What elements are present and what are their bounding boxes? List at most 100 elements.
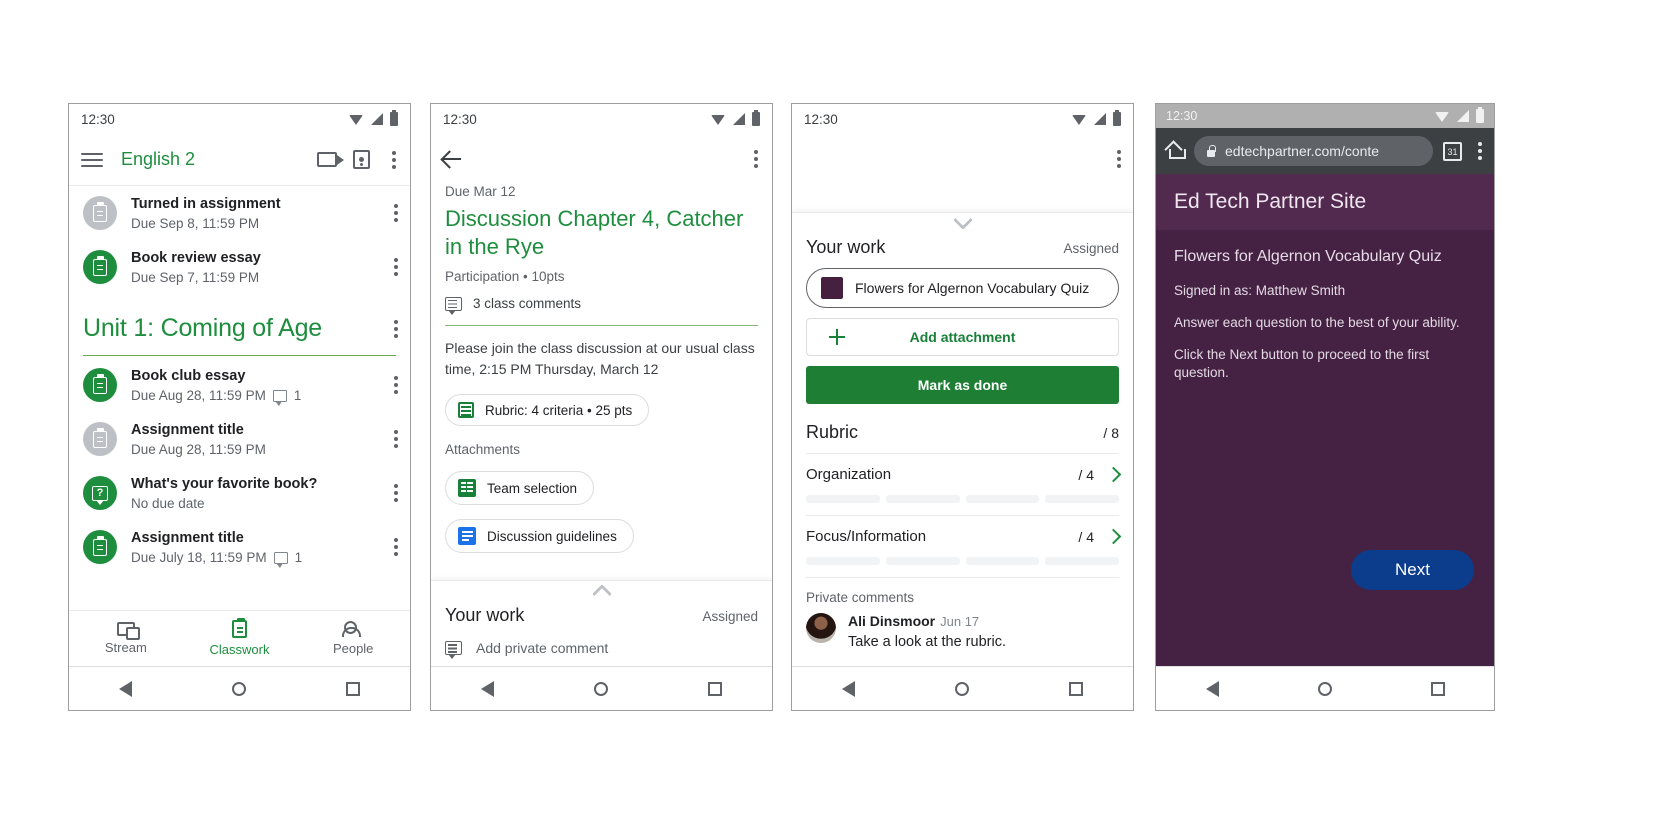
level-bar [885, 557, 960, 565]
kebab-menu-icon[interactable] [1472, 138, 1484, 164]
your-work-title: Your work [445, 605, 525, 625]
phone-your-work-rubric: 12:30 Your work Assigned Flowers for Alg… [791, 103, 1134, 711]
comment-date: Jun 17 [940, 614, 980, 629]
chevron-right-icon[interactable] [1105, 528, 1122, 545]
hamburger-icon[interactable] [81, 152, 103, 167]
attachments-label: Attachments [445, 442, 521, 457]
kebab-menu-icon[interactable] [386, 147, 398, 173]
nav-home-icon[interactable] [1317, 681, 1332, 696]
list-item[interactable]: ? What's your favorite book? No due date [69, 466, 410, 520]
class-comments-link[interactable]: 3 class comments [445, 296, 758, 315]
status-icons [1435, 107, 1484, 123]
google-sheets-icon [458, 479, 476, 497]
nav-home-icon[interactable] [232, 681, 246, 696]
status-bar: 12:30 [431, 104, 772, 134]
kebab-menu-icon[interactable] [748, 146, 760, 172]
tab-count-icon[interactable]: 31 [1443, 141, 1462, 161]
your-work-header: Your work Assigned [445, 605, 758, 626]
video-call-icon[interactable] [317, 152, 344, 167]
list-item-title: Book review essay [131, 250, 261, 266]
nav-recents-icon[interactable] [708, 681, 722, 696]
level-bar [885, 495, 960, 503]
nav-back-icon[interactable] [842, 680, 855, 697]
sheet-expand-handle[interactable] [445, 581, 758, 604]
list-item[interactable]: Assignment title Due Aug 28, 11:59 PM [69, 412, 410, 466]
nav-home-icon[interactable] [594, 681, 608, 696]
rubric-criterion-focus-information[interactable]: Focus/Information / 4 [806, 516, 1122, 565]
rubric-chip[interactable]: Rubric: 4 criteria • 25 pts [445, 394, 650, 426]
list-item-subtitle: Due Aug 28, 11:59 PM [131, 442, 374, 457]
stream-icon [116, 622, 140, 640]
status-bar: 12:30 [1156, 104, 1494, 128]
rubric-criterion-organization[interactable]: Organization / 4 [806, 454, 1122, 503]
list-item-title: Turned in assignment [131, 196, 281, 212]
assignment-body: Due Mar 12 Discussion Chapter 4, Catcher… [431, 184, 772, 580]
app-bar: English 2 [69, 134, 410, 186]
sheet-collapse-handle[interactable] [806, 213, 1119, 233]
nav-back-icon[interactable] [1205, 680, 1219, 697]
status-icons [1072, 110, 1121, 126]
due-date: Due Aug 28, 11:59 PM [131, 388, 266, 403]
kebab-menu-icon[interactable] [388, 480, 400, 506]
comment-icon [273, 551, 288, 568]
assignment-meta: Participation • 10pts [445, 269, 565, 284]
private-comment-placeholder: Add private comment [476, 640, 609, 656]
kebab-menu-icon[interactable] [388, 316, 400, 342]
topic-title: Unit 1: Coming of Age [83, 314, 322, 342]
due-date: Due Sep 7, 11:59 PM [131, 270, 260, 285]
attached-work-chip[interactable]: Flowers for Algernon Vocabulary Quiz [806, 268, 1119, 308]
add-private-comment-field[interactable]: Add private comment [445, 640, 758, 659]
signal-icon [1094, 113, 1106, 125]
comment-icon [445, 641, 462, 659]
nav-back-icon[interactable] [481, 680, 494, 697]
app-bar [431, 134, 772, 184]
nav-home-icon[interactable] [955, 681, 969, 696]
kebab-menu-icon[interactable] [388, 372, 400, 398]
chevron-right-icon[interactable] [1105, 466, 1122, 483]
assignment-icon [83, 250, 117, 284]
next-button[interactable]: Next [1351, 550, 1474, 590]
kebab-menu-icon[interactable] [388, 534, 400, 560]
nav-back-icon[interactable] [119, 680, 132, 697]
list-item[interactable]: Turned in assignment Due Sep 8, 11:59 PM [69, 186, 410, 240]
attachment-chip-team-selection[interactable]: Team selection [445, 471, 595, 505]
nav-recents-icon[interactable] [1069, 681, 1083, 696]
nav-recents-icon[interactable] [346, 681, 360, 696]
status-bar: 12:30 [69, 104, 410, 134]
due-date: Due July 18, 11:59 PM [131, 550, 267, 565]
list-item[interactable]: Book review essay Due Sep 7, 11:59 PM [69, 240, 410, 294]
classwork-scroll[interactable]: Turned in assignment Due Sep 8, 11:59 PM… [69, 186, 410, 610]
status-bar: 12:30 [792, 104, 1133, 134]
status-badge: Assigned [1063, 241, 1119, 256]
tab-stream[interactable]: Stream [69, 622, 183, 655]
home-icon[interactable] [1166, 143, 1186, 159]
kebab-menu-icon[interactable] [388, 254, 400, 280]
assignment-icon [83, 196, 117, 230]
comment-text: Take a look at the rubric. [848, 634, 1006, 650]
list-item[interactable]: Book club essay Due Aug 28, 11:59 PM 1 [69, 358, 410, 412]
signal-icon [371, 113, 383, 125]
kebab-menu-icon[interactable] [388, 426, 400, 452]
add-attachment-button[interactable]: Add attachment [806, 318, 1119, 356]
kebab-menu-icon[interactable] [1111, 146, 1123, 172]
list-item-title: Book club essay [131, 368, 246, 384]
list-item[interactable]: Assignment title Due July 18, 11:59 PM 1 [69, 520, 410, 574]
android-nav-bar [1156, 666, 1494, 710]
bottom-tab-bar: Stream Classwork People [69, 610, 410, 666]
attachment-chip-discussion-guidelines[interactable]: Discussion guidelines [445, 519, 634, 553]
class-card-icon[interactable] [353, 150, 370, 169]
battery-icon [752, 110, 760, 126]
nav-recents-icon[interactable] [1430, 681, 1445, 696]
back-arrow-icon[interactable] [443, 149, 463, 169]
status-time: 12:30 [1166, 109, 1198, 123]
tab-classwork[interactable]: Classwork [183, 618, 297, 657]
kebab-menu-icon[interactable] [388, 200, 400, 226]
list-item-text: Turned in assignment Due Sep 8, 11:59 PM [131, 195, 374, 231]
signed-in-text: Signed in as: Matthew Smith [1174, 283, 1346, 298]
criterion-level-bars [806, 557, 1119, 565]
mark-as-done-button[interactable]: Mark as done [806, 366, 1119, 404]
list-item-subtitle: Due Aug 28, 11:59 PM 1 [131, 388, 374, 406]
address-bar[interactable]: edtechpartner.com/conte [1194, 136, 1433, 166]
battery-icon [1113, 110, 1121, 126]
tab-people[interactable]: People [296, 621, 410, 656]
